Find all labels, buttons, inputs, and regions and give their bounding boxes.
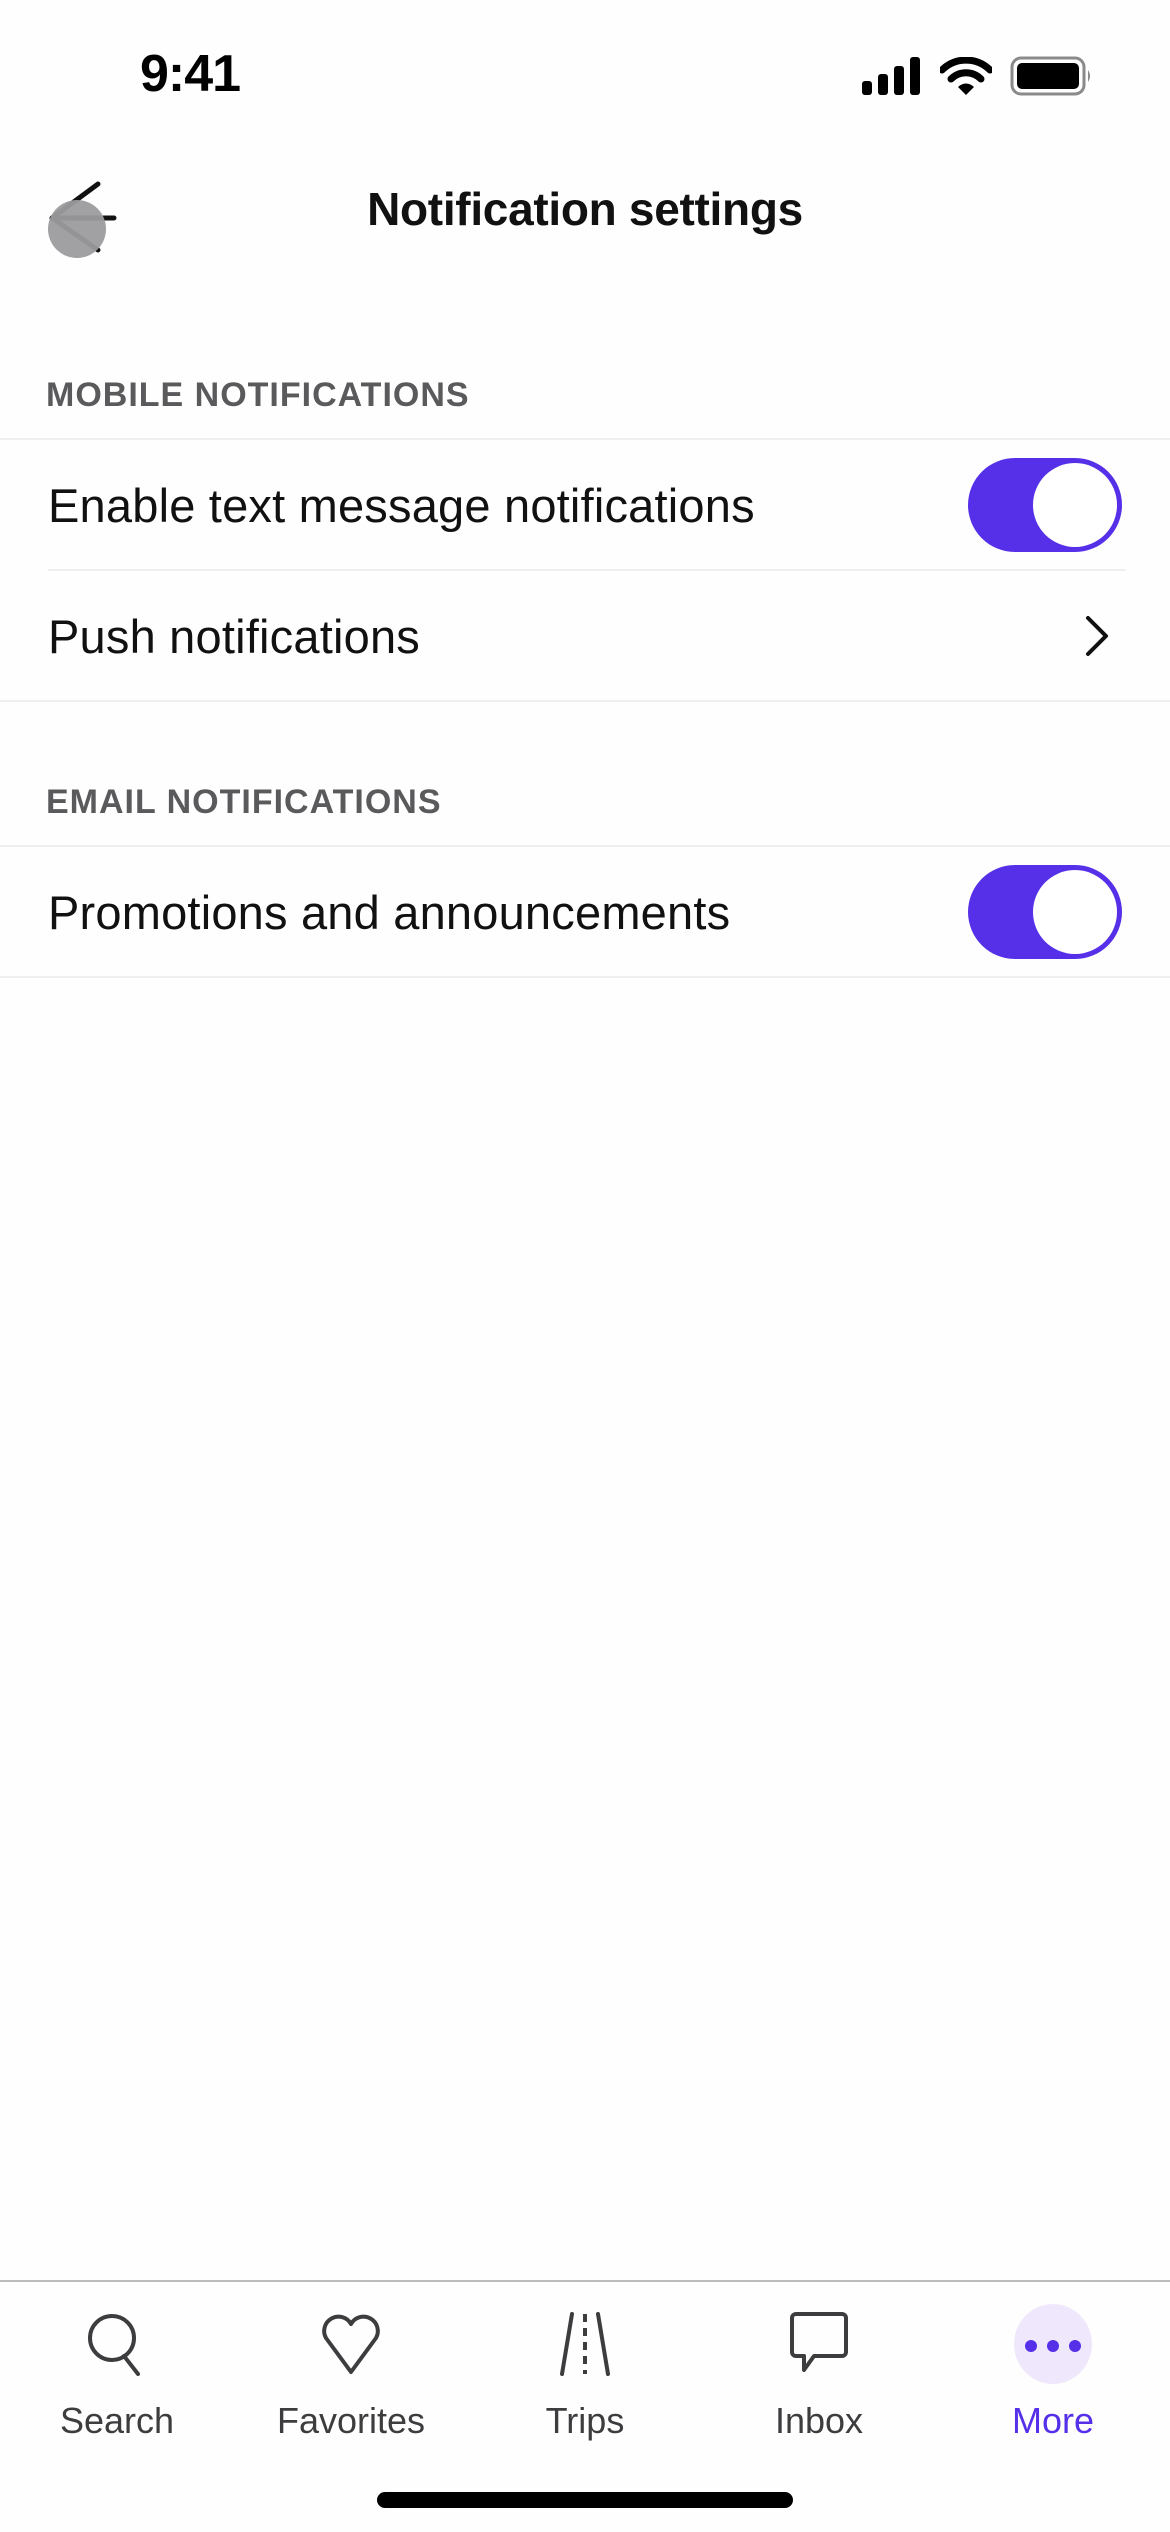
touch-indicator [48,200,106,258]
tab-favorites[interactable]: Favorites [234,2300,468,2450]
chevron-right-icon [1086,616,1108,656]
status-bar: 9:41 [0,0,1170,150]
tab-label: Inbox [774,2400,864,2441]
road-icon [560,2312,610,2376]
tab-label: More [1011,2400,1095,2441]
row-promotions-announcements[interactable]: Promotions and announcements [0,847,1170,977]
wifi-icon [940,57,992,95]
tab-trips[interactable]: Trips [468,2300,702,2450]
section-header-email: EMAIL NOTIFICATIONS [46,783,442,821]
tab-bar-border [0,2280,1170,2282]
row-push-notifications[interactable]: Push notifications [0,571,1170,701]
toggle-knob [1033,870,1117,954]
battery-icon [1010,56,1090,96]
promotions-toggle[interactable] [968,865,1122,959]
nav-header: Notification settings [0,160,1170,270]
notification-settings-screen: 9:41 Notification settings MOBILE NOTIFI… [0,0,1170,2532]
tab-label: Favorites [276,2400,426,2441]
home-indicator [377,2492,793,2508]
section-header-mobile: MOBILE NOTIFICATIONS [46,376,470,414]
divider [0,976,1170,978]
cellular-signal-icon [862,57,920,95]
tab-inbox[interactable]: Inbox [702,2300,936,2450]
status-icons [862,56,1092,96]
status-time: 9:41 [140,45,241,103]
tab-more[interactable]: More [936,2300,1170,2450]
row-label: Promotions and announcements [48,885,731,939]
divider [0,700,1170,702]
page-title: Notification settings [367,183,803,235]
tab-label: Search [59,2400,175,2441]
text-message-toggle[interactable] [968,458,1122,552]
tab-label: Trips [545,2400,625,2441]
tab-search[interactable]: Search [0,2300,234,2450]
row-label: Push notifications [48,609,420,663]
more-dots-icon [1025,2340,1081,2352]
heart-icon [322,2314,380,2374]
row-label: Enable text message notifications [48,478,755,532]
chat-bubble-icon [790,2312,848,2372]
toggle-knob [1033,463,1117,547]
row-text-message-notifications[interactable]: Enable text message notifications [0,440,1170,570]
search-icon [88,2314,140,2376]
